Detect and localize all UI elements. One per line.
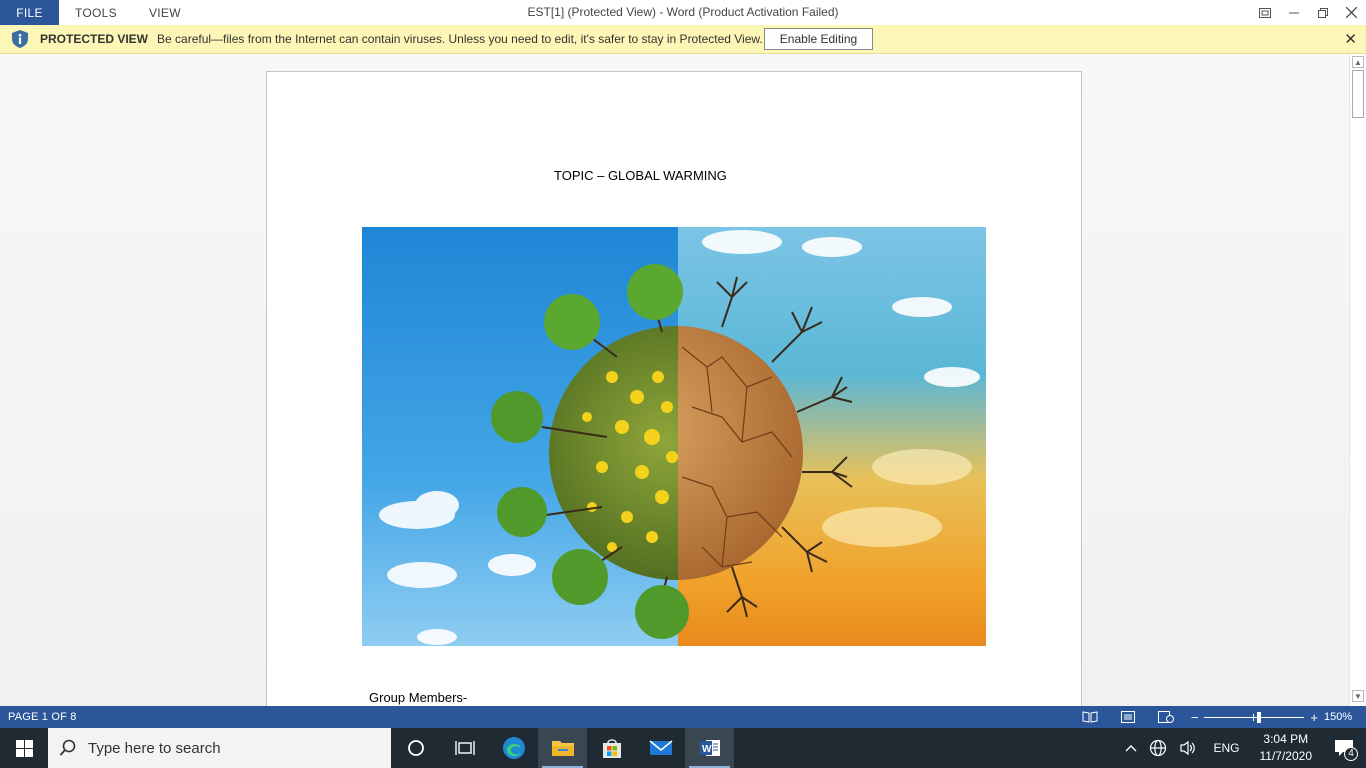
edge-icon[interactable] xyxy=(489,728,538,768)
chevron-up-icon[interactable] xyxy=(1119,728,1143,768)
word-app-icon[interactable]: W xyxy=(685,728,734,768)
taskbar: Type here to search W ENG 3:04 PM 11/7/2… xyxy=(0,728,1366,768)
vertical-scrollbar[interactable]: ▲ ▼ xyxy=(1349,54,1366,706)
protected-view-title: PROTECTED VIEW xyxy=(40,32,149,46)
document-page[interactable]: TOPIC – GLOBAL WARMING Group Members- xyxy=(266,71,1082,706)
language-indicator[interactable]: ENG xyxy=(1203,728,1249,768)
title-bar: FILE TOOLS VIEW EST[1] (Protected View) … xyxy=(0,0,1366,25)
clock-date: 11/7/2020 xyxy=(1259,749,1313,763)
window-controls xyxy=(1250,0,1366,25)
search-icon xyxy=(48,739,88,757)
shield-info-icon xyxy=(12,30,28,48)
protected-view-message: Be careful—files from the Internet can c… xyxy=(157,32,763,46)
close-bar-icon[interactable]: ✕ xyxy=(1344,30,1357,48)
svg-text:W: W xyxy=(702,744,712,755)
group-members-label: Group Members- xyxy=(369,690,468,705)
search-placeholder: Type here to search xyxy=(88,739,221,757)
scroll-thumb[interactable] xyxy=(1352,70,1364,118)
zoom-level[interactable]: 150% xyxy=(1324,711,1366,723)
zoom-slider[interactable]: − + xyxy=(1191,710,1318,725)
file-explorer-icon[interactable] xyxy=(538,728,587,768)
mail-icon[interactable] xyxy=(636,728,685,768)
document-title: TOPIC – GLOBAL WARMING xyxy=(554,168,727,183)
scroll-up-icon[interactable]: ▲ xyxy=(1352,56,1364,68)
read-mode-icon[interactable] xyxy=(1071,706,1109,728)
status-bar: PAGE 1 OF 8 − + 150% xyxy=(0,706,1366,728)
task-view-icon[interactable] xyxy=(440,728,489,768)
zoom-in-icon[interactable]: + xyxy=(1310,710,1318,725)
restore-icon[interactable] xyxy=(1308,0,1337,25)
web-layout-icon[interactable] xyxy=(1147,706,1185,728)
print-layout-icon[interactable] xyxy=(1109,706,1147,728)
network-icon[interactable] xyxy=(1143,728,1173,768)
minimize-icon[interactable] xyxy=(1279,0,1308,25)
menu-view[interactable]: VIEW xyxy=(133,0,197,25)
cortana-icon[interactable] xyxy=(391,728,440,768)
page-count[interactable]: PAGE 1 OF 8 xyxy=(8,711,77,723)
menu-tools[interactable]: TOOLS xyxy=(59,0,133,25)
window-title: EST[1] (Protected View) - Word (Product … xyxy=(527,5,839,19)
store-icon[interactable] xyxy=(587,728,636,768)
notification-icon[interactable]: 4 xyxy=(1322,728,1366,768)
scroll-down-icon[interactable]: ▼ xyxy=(1352,690,1364,702)
close-icon[interactable] xyxy=(1337,0,1366,25)
taskbar-search[interactable]: Type here to search xyxy=(48,728,391,768)
clock[interactable]: 3:04 PM 11/7/2020 xyxy=(1250,731,1323,765)
zoom-thumb[interactable] xyxy=(1257,711,1262,723)
system-tray: ENG 3:04 PM 11/7/2020 4 xyxy=(1119,728,1366,768)
document-area[interactable]: TOPIC – GLOBAL WARMING Group Members- xyxy=(0,54,1349,706)
protected-view-bar: PROTECTED VIEW Be careful—files from the… xyxy=(0,25,1366,54)
global-warming-image xyxy=(362,227,986,646)
fullscreen-icon[interactable] xyxy=(1250,0,1279,25)
windows-start-icon[interactable] xyxy=(0,728,48,768)
zoom-track[interactable] xyxy=(1204,711,1305,723)
notification-count: 4 xyxy=(1344,747,1358,761)
volume-icon[interactable] xyxy=(1173,728,1203,768)
clock-time: 3:04 PM xyxy=(1263,732,1309,746)
menu-file[interactable]: FILE xyxy=(0,0,59,25)
zoom-out-icon[interactable]: − xyxy=(1191,710,1199,725)
enable-editing-button[interactable]: Enable Editing xyxy=(764,28,873,50)
